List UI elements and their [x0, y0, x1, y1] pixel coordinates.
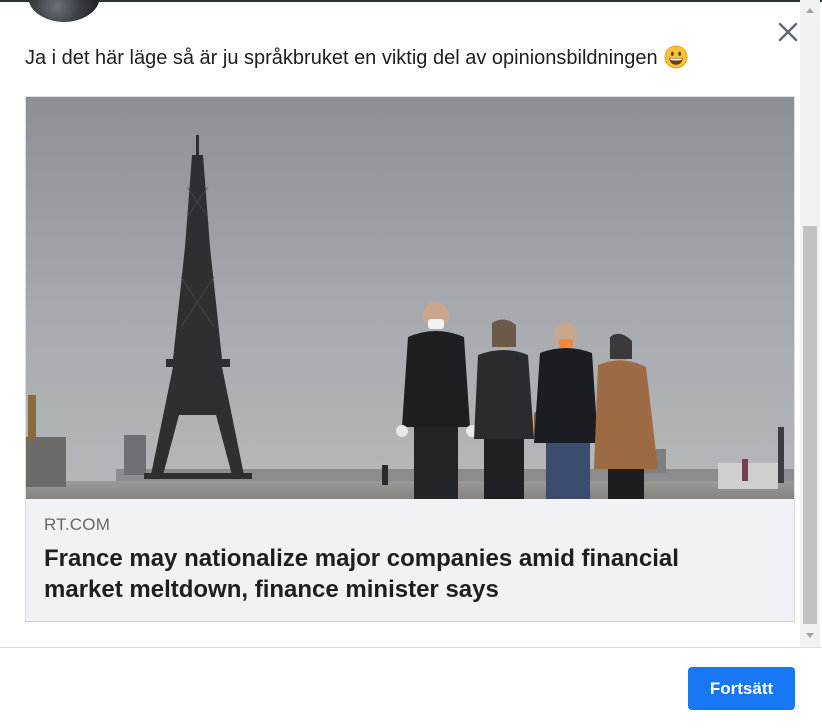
share-dialog: Ja i det här läge så är ju språkbruket e… — [0, 0, 822, 728]
grinning-face-icon — [664, 45, 688, 75]
link-preview-image — [26, 97, 794, 499]
footer-divider — [0, 647, 822, 648]
post-text: Ja i det här läge så är ju språkbruket e… — [25, 45, 688, 75]
scroll-down-arrow-icon[interactable] — [802, 628, 818, 642]
scroll-up-arrow-icon[interactable] — [802, 4, 818, 18]
scrollbar-thumb[interactable] — [803, 226, 817, 624]
continue-button[interactable]: Fortsätt — [688, 667, 795, 710]
link-title[interactable]: France may nationalize major companies a… — [44, 543, 764, 605]
avatar[interactable] — [28, 0, 100, 22]
link-preview-meta: RT.COM France may nationalize major comp… — [26, 499, 794, 621]
dialog-top-border — [0, 0, 822, 2]
post-message: Ja i det här läge så är ju språkbruket e… — [25, 47, 658, 69]
link-preview-card[interactable]: RT.COM France may nationalize major comp… — [25, 96, 795, 622]
close-icon — [778, 22, 798, 42]
photo-eiffel-tower-pedestrians-icon — [26, 97, 794, 499]
link-domain: RT.COM — [44, 515, 111, 534]
close-button[interactable] — [774, 18, 802, 46]
